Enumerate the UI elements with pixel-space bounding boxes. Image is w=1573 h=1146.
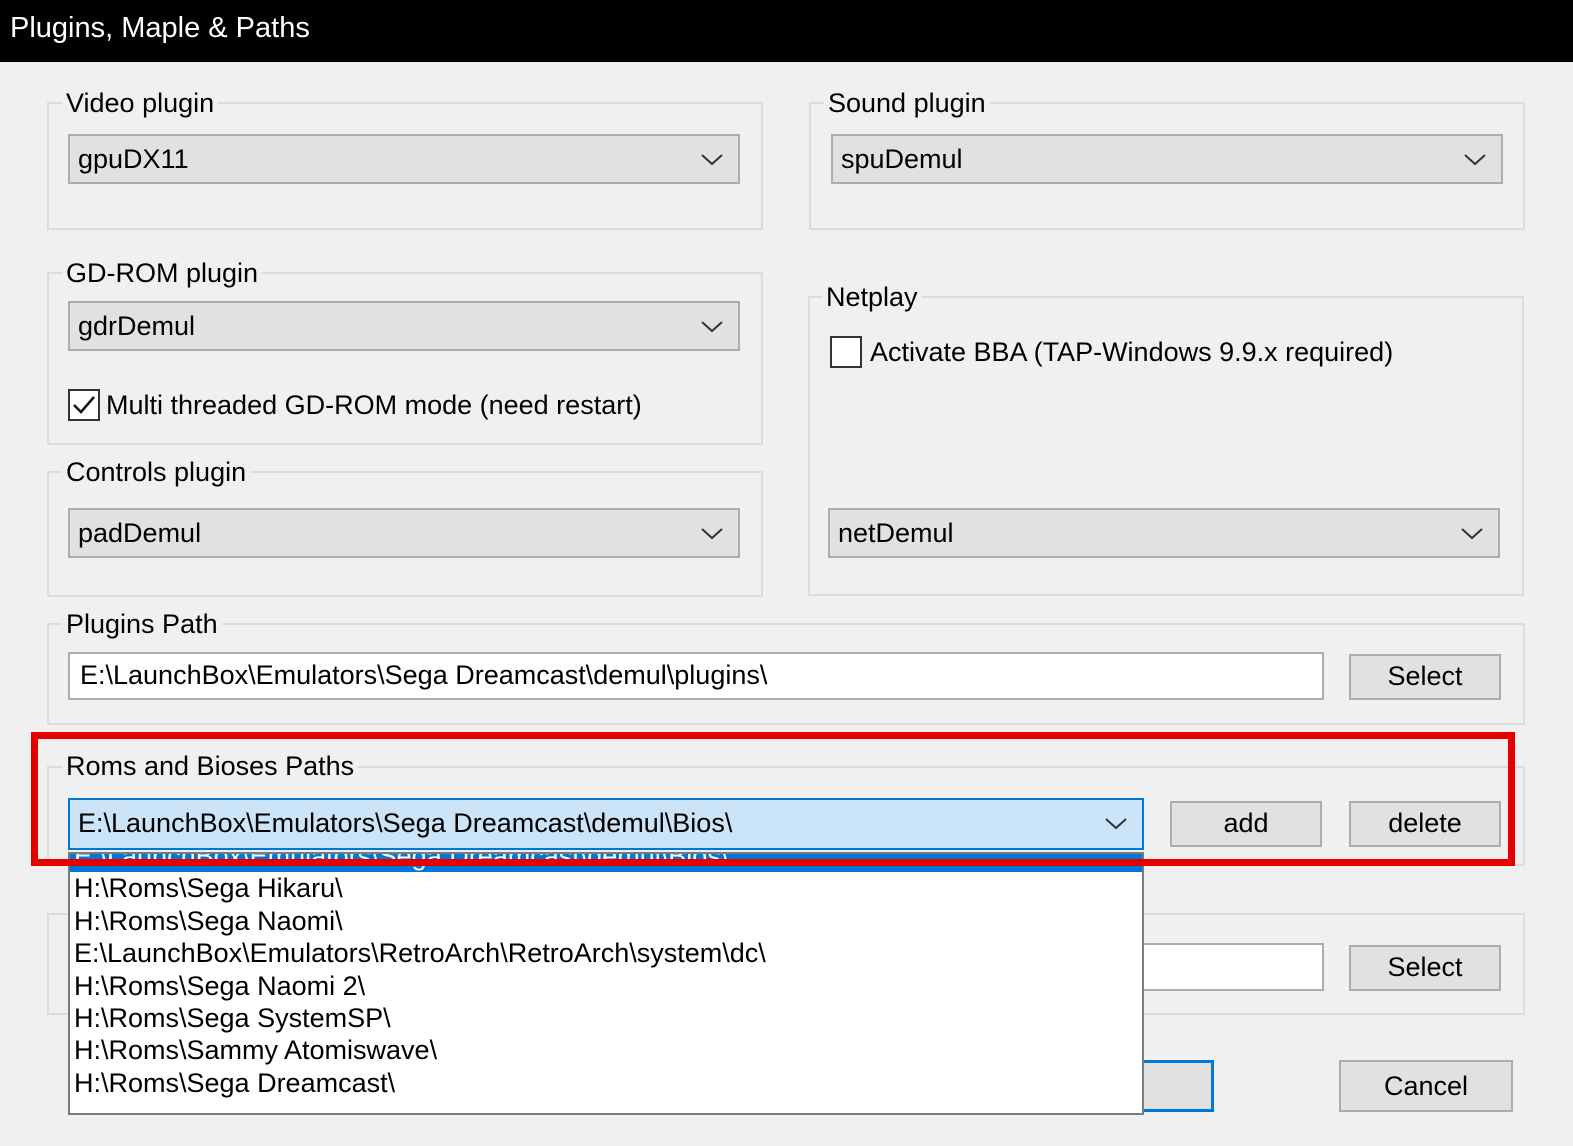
sound-plugin-select[interactable]: spuDemul [831, 134, 1503, 184]
controls-plugin-legend: Controls plugin [62, 456, 251, 488]
sound-plugin-legend: Sound plugin [824, 87, 990, 119]
controls-plugin-value: padDemul [78, 518, 202, 548]
dropdown-option[interactable]: H:\Roms\Sega Hikaru\ [70, 872, 1142, 904]
dropdown-option[interactable]: H:\Roms\Sega Naomi 2\ [70, 970, 1142, 1002]
dropdown-option[interactable]: H:\Roms\Sega SystemSP\ [70, 1002, 1142, 1034]
dropdown-option[interactable]: E:\LaunchBox\Emulators\RetroArch\RetroAr… [70, 937, 1142, 969]
plugins-path-input[interactable]: E:\LaunchBox\Emulators\Sega Dreamcast\de… [68, 652, 1324, 700]
chevron-down-icon [701, 528, 723, 540]
gdrom-plugin-select[interactable]: gdrDemul [68, 301, 740, 351]
netplay-plugin-value: netDemul [838, 518, 954, 548]
netplay-plugin-select[interactable]: netDemul [828, 508, 1500, 558]
chevron-down-icon [701, 321, 723, 333]
chevron-down-icon [701, 154, 723, 166]
dropdown-option[interactable]: H:\Roms\Sega Naomi\ [70, 905, 1142, 937]
cancel-button[interactable]: Cancel [1339, 1060, 1513, 1112]
multithread-checkbox[interactable] [68, 389, 100, 421]
checkmark-icon [73, 396, 95, 414]
lower-path-select-button[interactable]: Select [1349, 945, 1501, 991]
dropdown-option[interactable]: H:\Roms\Sega Dreamcast\ [70, 1067, 1142, 1099]
bba-checkbox[interactable] [830, 336, 862, 368]
bba-label[interactable]: Activate BBA (TAP-Windows 9.9.x required… [870, 336, 1393, 368]
highlight-annotation [31, 732, 1515, 866]
video-plugin-select[interactable]: gpuDX11 [68, 134, 740, 184]
chevron-down-icon [1461, 528, 1483, 540]
gdrom-plugin-value: gdrDemul [78, 311, 196, 341]
video-plugin-value: gpuDX11 [78, 144, 189, 174]
controls-plugin-select[interactable]: padDemul [68, 508, 740, 558]
netplay-legend: Netplay [822, 281, 922, 313]
plugins-path-legend: Plugins Path [62, 608, 222, 640]
plugins-path-select-button[interactable]: Select [1349, 654, 1501, 700]
window-title: Plugins, Maple & Paths [10, 12, 310, 44]
roms-paths-dropdown-list[interactable]: E:\LaunchBox\Emulators\Sega Dreamcast\de… [68, 852, 1144, 1115]
multithread-label[interactable]: Multi threaded GD-ROM mode (need restart… [106, 389, 642, 421]
sound-plugin-value: spuDemul [841, 144, 963, 174]
chevron-down-icon [1464, 154, 1486, 166]
video-plugin-legend: Video plugin [62, 87, 219, 119]
dropdown-option[interactable]: H:\Roms\Sammy Atomiswave\ [70, 1034, 1142, 1066]
gdrom-plugin-legend: GD-ROM plugin [62, 257, 263, 289]
